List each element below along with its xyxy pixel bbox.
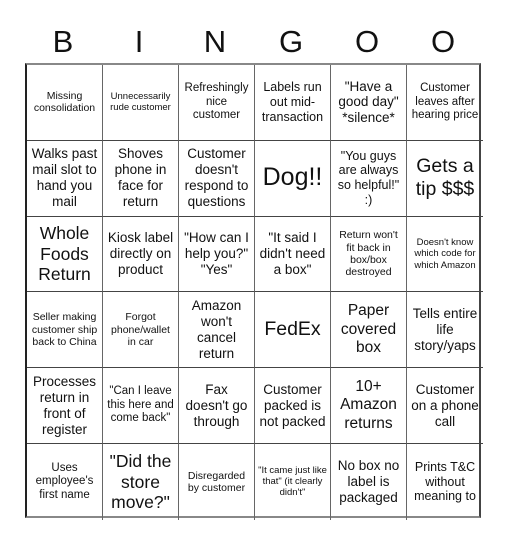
bingo-cell[interactable]: "It came just like that" (it clearly did…: [255, 443, 331, 520]
bingo-cell[interactable]: Doesn't know which code for which Amazon: [407, 217, 483, 293]
header-letter-o-2: O: [430, 24, 456, 59]
bingo-cell[interactable]: Customer doesn't respond to questions: [179, 140, 255, 217]
bingo-cell[interactable]: Customer packed is not packed: [255, 368, 331, 444]
bingo-cell[interactable]: "You guys are always so helpful!" :): [331, 140, 407, 217]
bingo-header: B I N G O O: [25, 22, 481, 62]
bingo-cell[interactable]: Customer leaves after hearing price: [407, 65, 483, 141]
bingo-cell[interactable]: "Can I leave this here and come back": [103, 368, 179, 444]
header-letter-b: B: [52, 24, 74, 59]
bingo-cell[interactable]: Walks past mail slot to hand you mail: [27, 140, 103, 217]
header-letter-n: N: [203, 24, 227, 59]
header-letter-i: I: [134, 24, 144, 59]
bingo-cell[interactable]: Labels run out mid-transaction: [255, 65, 331, 141]
header-letter-g: G: [278, 24, 304, 59]
header-letter-o: O: [354, 24, 380, 59]
bingo-cell[interactable]: Paper covered box: [331, 292, 407, 369]
bingo-cell[interactable]: Fax doesn't go through: [179, 368, 255, 444]
bingo-cell[interactable]: Forgot phone/wallet in car: [103, 292, 179, 369]
bingo-cell[interactable]: Prints T&C without meaning to: [407, 444, 483, 520]
bingo-cell[interactable]: Processes return in front of register: [27, 368, 103, 444]
bingo-cell[interactable]: 10+ Amazon returns: [331, 368, 407, 444]
bingo-cell[interactable]: "Did the store move?": [103, 443, 179, 520]
bingo-cell[interactable]: Customer on a phone call: [407, 368, 483, 444]
bingo-cell[interactable]: Seller making customer ship back to Chin…: [27, 292, 103, 369]
bingo-cell[interactable]: Unnecessarily rude customer: [103, 65, 179, 141]
bingo-cell[interactable]: Disregarded by customer: [179, 443, 255, 520]
bingo-cell[interactable]: "Have a good day" *silence*: [331, 65, 407, 141]
bingo-cell[interactable]: "How can I help you?" "Yes": [179, 216, 255, 293]
bingo-cell[interactable]: Amazon won't cancel return: [179, 292, 255, 369]
bingo-cell[interactable]: Missing consolidation: [27, 65, 103, 141]
bingo-cell[interactable]: Shoves phone in face for return: [103, 140, 179, 217]
bingo-cell[interactable]: Refreshingly nice customer: [179, 65, 255, 141]
bingo-cell[interactable]: Return won't fit back in box/box destroy…: [331, 216, 407, 293]
bingo-cell[interactable]: Gets a tip $$$: [407, 141, 483, 217]
bingo-cell[interactable]: "It said I didn't need a box": [255, 216, 331, 293]
bingo-cell[interactable]: FedEx: [255, 292, 331, 369]
bingo-cell[interactable]: Whole Foods Return: [27, 216, 103, 293]
bingo-cell[interactable]: Uses employee's first name: [27, 443, 103, 520]
bingo-cell[interactable]: Dog!!: [255, 140, 331, 217]
bingo-cell[interactable]: Tells entire life story/yaps: [407, 292, 483, 369]
bingo-cell[interactable]: No box no label is packaged: [331, 443, 407, 520]
bingo-board: Missing consolidation Unnecessarily rude…: [25, 63, 483, 520]
bingo-cell[interactable]: Kiosk label directly on product: [103, 216, 179, 293]
